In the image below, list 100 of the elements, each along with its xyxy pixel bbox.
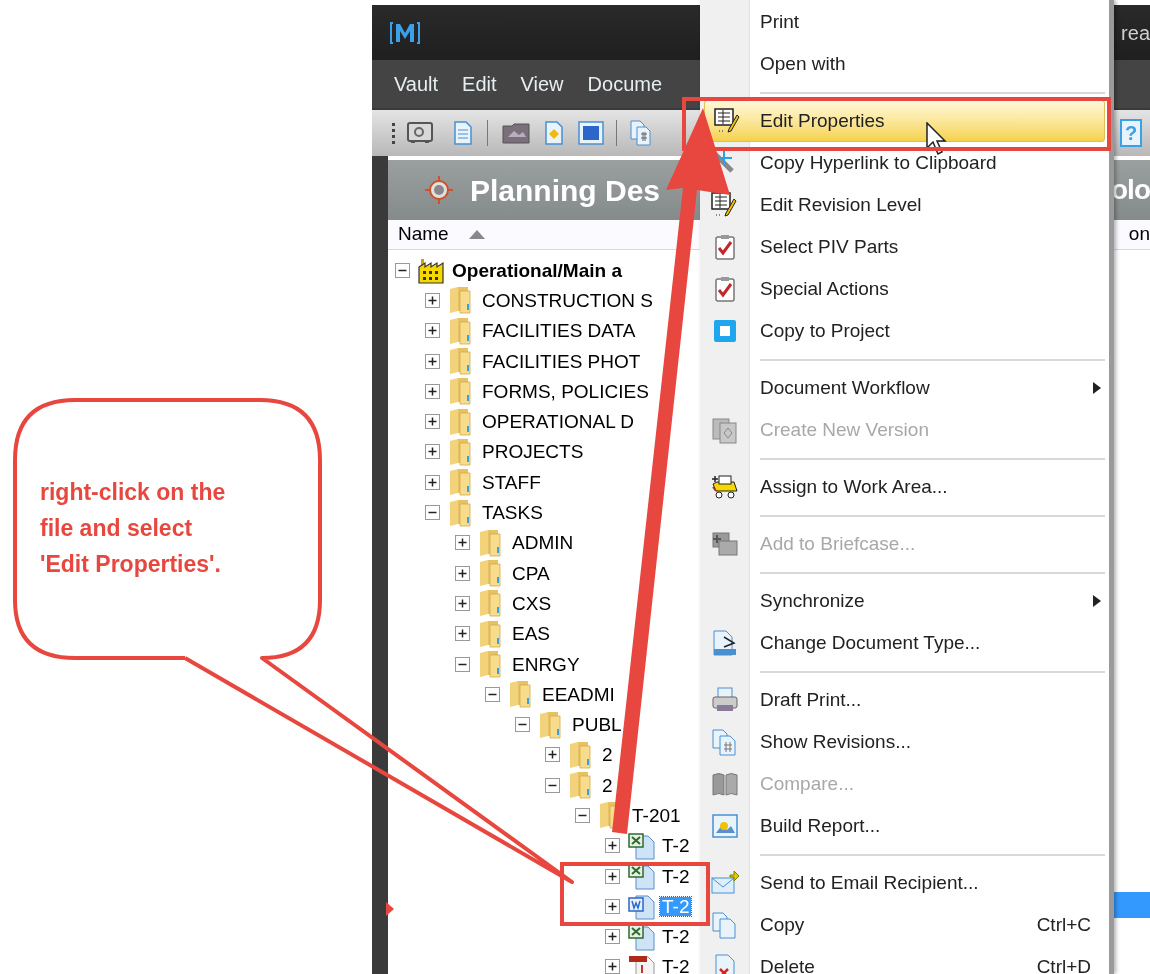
expand-toggle[interactable] <box>605 959 620 974</box>
expand-toggle[interactable] <box>425 353 440 369</box>
menu-item[interactable]: Build Report... <box>700 805 1109 847</box>
expand-toggle[interactable] <box>455 535 470 551</box>
mouse-cursor-icon <box>926 122 948 156</box>
menu-item[interactable]: Edit Properties <box>704 100 1105 142</box>
book-icon <box>710 770 740 798</box>
tree-item[interactable]: CONSTRUCTION S <box>480 290 655 310</box>
folder-icon <box>478 619 502 648</box>
tree-item[interactable]: PUBL <box>570 715 624 735</box>
menu-bar-item[interactable]: View <box>520 69 564 99</box>
folder-icon <box>448 498 472 527</box>
window-title: rea <box>1121 20 1150 46</box>
expand-toggle[interactable] <box>425 505 440 520</box>
tree-item[interactable]: FACILITIES PHOT <box>480 351 643 371</box>
menu-item[interactable]: Open with <box>700 43 1109 85</box>
tree-item[interactable]: CXS <box>510 593 554 613</box>
expand-toggle[interactable] <box>455 626 470 642</box>
tree-item[interactable]: ENRGY <box>510 654 582 674</box>
tree-item[interactable]: PROJECTS <box>480 442 586 462</box>
menu-item[interactable]: Synchronize <box>700 580 1109 622</box>
menu-item[interactable]: Copy Ctrl+C <box>700 904 1109 946</box>
spreadsheet-file-icon <box>628 831 656 860</box>
expand-toggle[interactable] <box>455 656 470 672</box>
callout-text: right-click on the file and select 'Edit Properties'. <box>40 478 227 579</box>
expand-toggle[interactable] <box>545 747 560 763</box>
menu-bar-item[interactable]: Docume <box>587 69 663 99</box>
menu-item[interactable]: Change Document Type... <box>700 622 1109 664</box>
expand-toggle[interactable] <box>605 929 620 945</box>
menu-item[interactable]: Copy to Project <box>700 310 1109 352</box>
expand-toggle[interactable] <box>425 383 440 399</box>
column-heading[interactable]: on <box>1128 220 1150 249</box>
word-file-icon <box>628 892 656 921</box>
expand-toggle[interactable] <box>485 686 500 702</box>
tree-item[interactable]: EEADMI <box>540 684 617 704</box>
word-document-icon[interactable] <box>578 121 604 145</box>
tree-item[interactable]: CPA <box>510 563 552 583</box>
expand-toggle[interactable] <box>605 898 620 914</box>
safe-icon[interactable] <box>407 122 433 144</box>
envelope-icon <box>710 869 740 897</box>
version-icon <box>710 416 740 444</box>
expand-toggle[interactable] <box>575 808 590 823</box>
menu-item[interactable]: Assign to Work Area... <box>700 466 1109 508</box>
expand-toggle[interactable] <box>455 595 470 611</box>
folder-icon <box>478 559 502 588</box>
factory-icon <box>418 256 444 285</box>
menu-item[interactable]: Show Revisions... <box>700 721 1109 763</box>
printer-icon <box>710 686 740 714</box>
expand-toggle[interactable] <box>425 444 440 460</box>
menu-bar-item[interactable]: Vault <box>394 69 439 99</box>
expand-toggle[interactable] <box>455 565 470 581</box>
column-heading[interactable]: Name <box>398 220 449 249</box>
expand-toggle[interactable] <box>425 292 440 308</box>
document-diamond-icon[interactable] <box>544 121 564 145</box>
tree-item[interactable]: FORMS, POLICIES <box>480 381 651 401</box>
tree-item[interactable]: 2 <box>600 745 615 765</box>
tree-item[interactable]: Operational/Main a <box>450 260 624 280</box>
menu-item[interactable]: Delete Ctrl+D <box>700 946 1109 974</box>
expand-toggle[interactable] <box>605 838 620 854</box>
pointer-mark <box>386 902 394 916</box>
tree-item[interactable]: ADMIN <box>510 533 576 553</box>
expand-toggle[interactable] <box>515 717 530 733</box>
tree-item[interactable]: T-2 <box>660 957 692 974</box>
tree-item[interactable]: STAFF <box>480 472 543 492</box>
folder-icon <box>478 528 502 557</box>
expand-toggle[interactable] <box>545 777 560 793</box>
tree-item[interactable]: OPERATIONAL D <box>480 412 637 432</box>
expand-toggle[interactable] <box>605 868 620 884</box>
tree-item[interactable]: T-2 <box>660 866 692 886</box>
tree-item[interactable]: T-201 <box>630 806 683 825</box>
folder-icon <box>568 771 592 800</box>
menu-item[interactable]: Send to Email Recipient... <box>700 862 1109 904</box>
expand-toggle[interactable] <box>395 262 410 278</box>
menu-item[interactable]: Document Workflow <box>700 367 1109 409</box>
cart-icon <box>710 473 740 501</box>
menu-item[interactable]: Special Actions <box>700 268 1109 310</box>
tree-item[interactable]: 2 <box>600 775 615 795</box>
menu-bar-item[interactable]: Edit <box>462 69 497 99</box>
folder-icon <box>448 437 472 466</box>
tree-item[interactable]: FACILITIES DATA <box>480 321 638 341</box>
folder-icon <box>448 316 472 345</box>
target-icon <box>424 175 454 205</box>
folder-icon <box>448 286 472 315</box>
tree-item[interactable]: T-2 <box>660 927 692 947</box>
tree-item[interactable]: T-2 <box>660 836 692 856</box>
expand-toggle[interactable] <box>425 474 440 490</box>
image-folder-icon[interactable] <box>502 122 530 144</box>
folder-icon <box>448 468 472 497</box>
tree-item[interactable]: EAS <box>510 624 553 644</box>
menu-item[interactable]: Select PIV Parts <box>700 226 1109 268</box>
panel-title: olo <box>1111 173 1150 207</box>
documents-icon[interactable] <box>629 120 653 146</box>
expand-toggle[interactable] <box>425 323 440 339</box>
folder-icon <box>448 347 472 376</box>
folder-icon <box>448 407 472 436</box>
menu-item[interactable]: Print <box>700 1 1109 43</box>
expand-toggle[interactable] <box>425 414 440 430</box>
folder-icon <box>478 650 502 678</box>
menu-item[interactable]: Draft Print... <box>700 679 1109 721</box>
tree-item[interactable]: TASKS <box>480 503 545 522</box>
